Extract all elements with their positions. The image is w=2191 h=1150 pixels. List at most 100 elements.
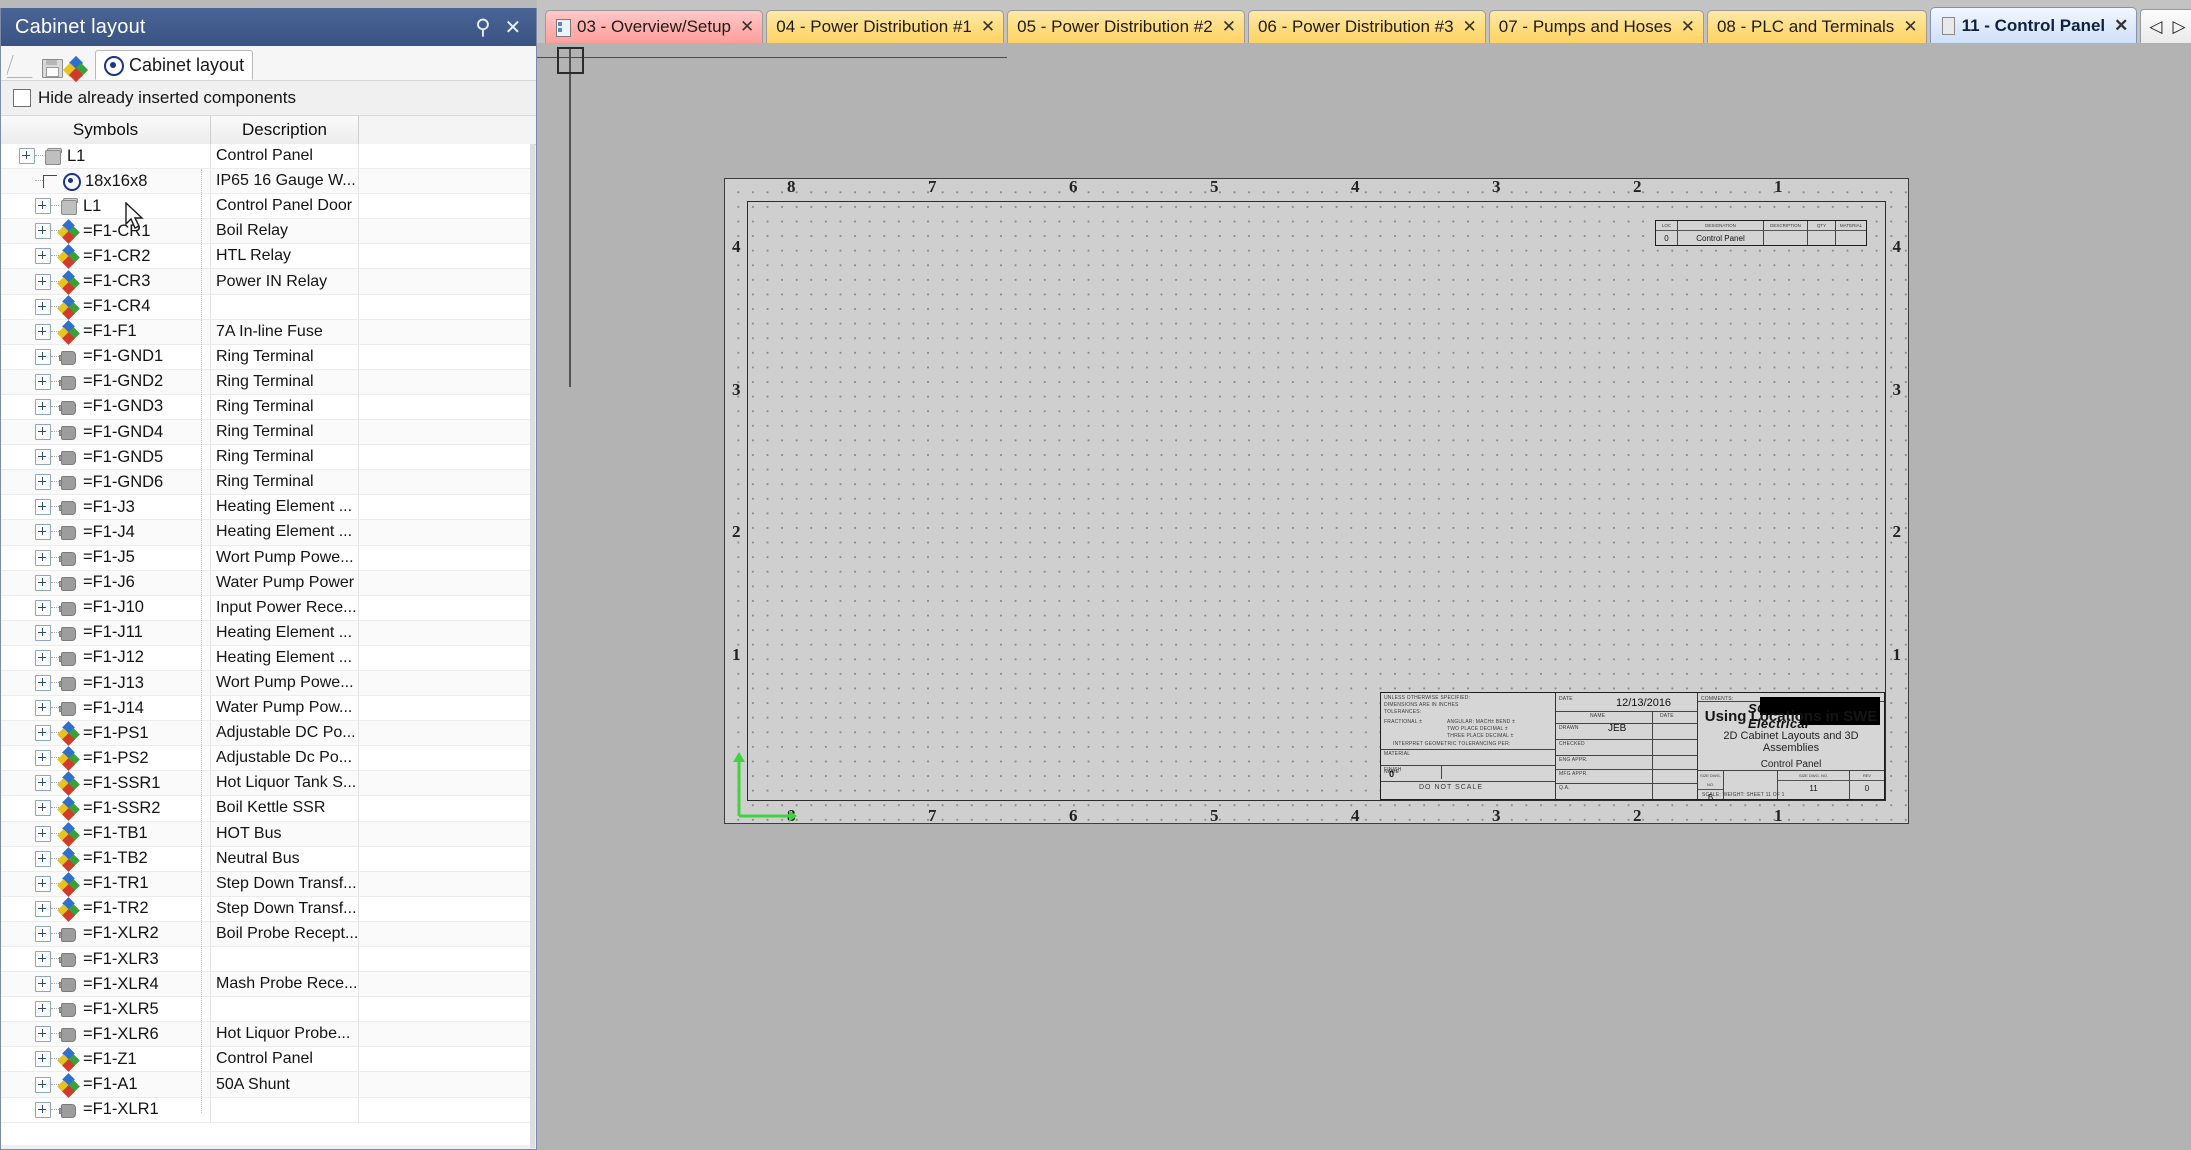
table-row[interactable]: =F1-GND6 Ring Terminal — [1, 470, 532, 496]
tree-expander[interactable] — [35, 925, 51, 942]
table-row[interactable]: =F1-F1 7A In-line Fuse — [1, 319, 532, 345]
cell-symbol[interactable]: =F1-XLR6 — [1, 1022, 211, 1047]
tree-expander[interactable] — [35, 825, 51, 842]
cell-symbol[interactable]: =F1-CR3 — [1, 269, 211, 295]
save-icon[interactable] — [39, 54, 65, 80]
tree-expander[interactable] — [35, 449, 51, 466]
tree-expander[interactable] — [35, 750, 51, 767]
document-tab-close-icon[interactable]: ✕ — [1222, 17, 1236, 37]
tree-expander[interactable] — [35, 499, 51, 516]
hide-inserted-checkbox[interactable] — [13, 89, 31, 107]
document-tab-6[interactable]: 08 - PLC and Terminals ✕ — [724, 10, 1927, 781]
tree-expander[interactable] — [35, 599, 51, 616]
table-row[interactable]: =F1-XLR5 — [1, 997, 532, 1023]
tree-expander[interactable] — [35, 223, 51, 240]
table-row[interactable]: =F1-XLR3 — [1, 947, 532, 973]
cell-symbol[interactable]: =F1-TR2 — [1, 896, 211, 922]
table-row[interactable]: =F1-TR1 Step Down Transf... — [1, 871, 532, 897]
cell-symbol[interactable]: =F1-GND6 — [1, 470, 211, 495]
document-tab-7[interactable]: 11 - Control Panel ✕ — [1929, 7, 2138, 43]
cell-symbol[interactable]: =F1-J10 — [1, 595, 211, 620]
cell-symbol[interactable]: =F1-J3 — [1, 495, 211, 520]
cell-symbol[interactable]: =F1-CR1 — [1, 219, 211, 245]
tree-expander[interactable] — [35, 875, 51, 892]
document-tab-close-icon[interactable]: ✕ — [1681, 17, 1695, 37]
cell-symbol[interactable]: =F1-J13 — [1, 670, 211, 696]
cell-symbol[interactable]: =F1-PS2 — [1, 746, 211, 772]
panel-scrollbar[interactable] — [530, 144, 535, 1148]
table-row[interactable]: =F1-J10 Input Power Rece... — [1, 595, 532, 621]
tree-expander[interactable] — [35, 1076, 51, 1093]
tree-expander[interactable] — [35, 1001, 51, 1018]
table-row[interactable]: =F1-GND3 Ring Terminal — [1, 394, 532, 421]
tree-expander[interactable] — [35, 574, 51, 591]
tree-expander[interactable] — [35, 524, 51, 541]
table-row[interactable]: =F1-J5 Wort Pump Powe... — [1, 545, 532, 571]
tree-expander[interactable] — [35, 725, 51, 742]
cell-symbol[interactable]: =F1-GND2 — [1, 369, 211, 394]
table-row[interactable]: =F1-XLR2 Boil Probe Recept... — [1, 921, 532, 947]
column-header-description[interactable]: Description — [211, 116, 359, 144]
table-row[interactable]: =F1-CR3 Power IN Relay — [1, 269, 532, 295]
document-tab-close-icon[interactable]: ✕ — [740, 17, 754, 37]
table-row[interactable]: =F1-SSR1 Hot Liquor Tank S... — [1, 771, 532, 797]
cell-symbol[interactable]: =F1-J6 — [1, 570, 211, 595]
document-tab-close-icon[interactable]: ✕ — [981, 17, 995, 37]
title-block[interactable]: UNLESS OTHERWISE SPECIFIED: DIMENSIONS A… — [1380, 692, 1885, 802]
tree-expander[interactable] — [35, 976, 51, 993]
tree-expander[interactable] — [35, 298, 51, 315]
cell-symbol[interactable]: =F1-J14 — [1, 696, 211, 721]
table-row[interactable]: =F1-J6 Water Pump Power — [1, 570, 532, 596]
document-tab-4[interactable]: 06 - Power Distribution #3 ✕ — [724, 10, 1909, 781]
table-row[interactable]: =F1-GND2 Ring Terminal — [1, 369, 532, 395]
document-tab-close-icon[interactable]: ✕ — [1463, 17, 1477, 37]
cell-symbol[interactable]: =F1-CR2 — [1, 244, 211, 270]
tree-expander[interactable] — [35, 800, 51, 817]
table-row[interactable]: =F1-TR2 Step Down Transf... — [1, 896, 532, 922]
tab-next-icon[interactable]: ▷ — [2172, 17, 2185, 37]
table-row[interactable]: =F1-PS1 Adjustable DC Po... — [1, 721, 532, 747]
cell-symbol[interactable]: =F1-J11 — [1, 620, 211, 645]
components-diamond-icon[interactable] — [62, 55, 89, 83]
tree-expander[interactable] — [35, 398, 51, 415]
cell-symbol[interactable]: =F1-XLR2 — [1, 921, 211, 946]
cell-symbol[interactable]: 18x16x8 — [1, 169, 211, 194]
cell-symbol[interactable]: =F1-XLR1 — [1, 1097, 211, 1122]
cell-symbol[interactable]: =F1-TB2 — [1, 846, 211, 872]
tree-expander[interactable] — [35, 474, 51, 491]
cell-symbol[interactable]: =F1-J4 — [1, 520, 211, 545]
cell-symbol[interactable]: =F1-SSR1 — [1, 771, 211, 797]
column-header-symbols[interactable]: Symbols — [1, 116, 211, 144]
cell-symbol[interactable]: =F1-SSR2 — [1, 796, 211, 822]
table-row[interactable]: =F1-SSR2 Boil Kettle SSR — [1, 796, 532, 822]
table-row[interactable]: 18x16x8 IP65 16 Gauge W... — [1, 169, 532, 195]
symbols-tree[interactable]: L1 Control Panel 18x16x8 IP65 16 Gauge W...… — [1, 144, 532, 1145]
tree-expander[interactable] — [35, 1026, 51, 1043]
cell-symbol[interactable]: =F1-TB1 — [1, 821, 211, 847]
document-tab-close-icon[interactable]: ✕ — [2114, 16, 2128, 36]
cell-symbol[interactable]: L1 — [1, 194, 211, 219]
tree-expander[interactable] — [35, 348, 51, 365]
table-row[interactable]: =F1-J11 Heating Element ... — [1, 620, 532, 646]
cell-symbol[interactable]: =F1-CR4 — [1, 294, 211, 320]
tree-expander[interactable] — [35, 549, 51, 566]
column-header-extra[interactable] — [359, 116, 536, 144]
document-tab-5[interactable]: 07 - Pumps and Hoses ✕ — [724, 10, 1909, 781]
table-row[interactable]: =F1-CR2 HTL Relay — [1, 244, 532, 270]
tree-expander[interactable] — [35, 1051, 51, 1068]
table-row[interactable]: =F1-XLR6 Hot Liquor Probe... — [1, 1022, 532, 1048]
table-row[interactable]: =F1-CR4 — [1, 294, 532, 320]
cell-symbol[interactable]: =F1-A1 — [1, 1072, 211, 1098]
table-row[interactable]: L1 Control Panel Door — [1, 194, 532, 220]
table-row[interactable]: =F1-TB2 Neutral Bus — [1, 846, 532, 872]
tree-expander[interactable] — [35, 700, 51, 717]
cell-symbol[interactable]: =F1-PS1 — [1, 721, 211, 747]
tree-expander[interactable] — [35, 850, 51, 867]
table-row[interactable]: =F1-GND4 Ring Terminal — [1, 420, 532, 446]
cell-symbol[interactable]: =F1-XLR3 — [1, 947, 211, 972]
table-row[interactable]: =F1-CR1 Boil Relay — [1, 219, 532, 245]
document-tab-2[interactable]: 04 - Power Distribution #1 ✕ — [724, 10, 1909, 781]
tree-expander[interactable] — [35, 951, 51, 968]
cell-symbol[interactable]: =F1-J12 — [1, 645, 211, 670]
table-row[interactable]: =F1-J14 Water Pump Pow... — [1, 696, 532, 722]
